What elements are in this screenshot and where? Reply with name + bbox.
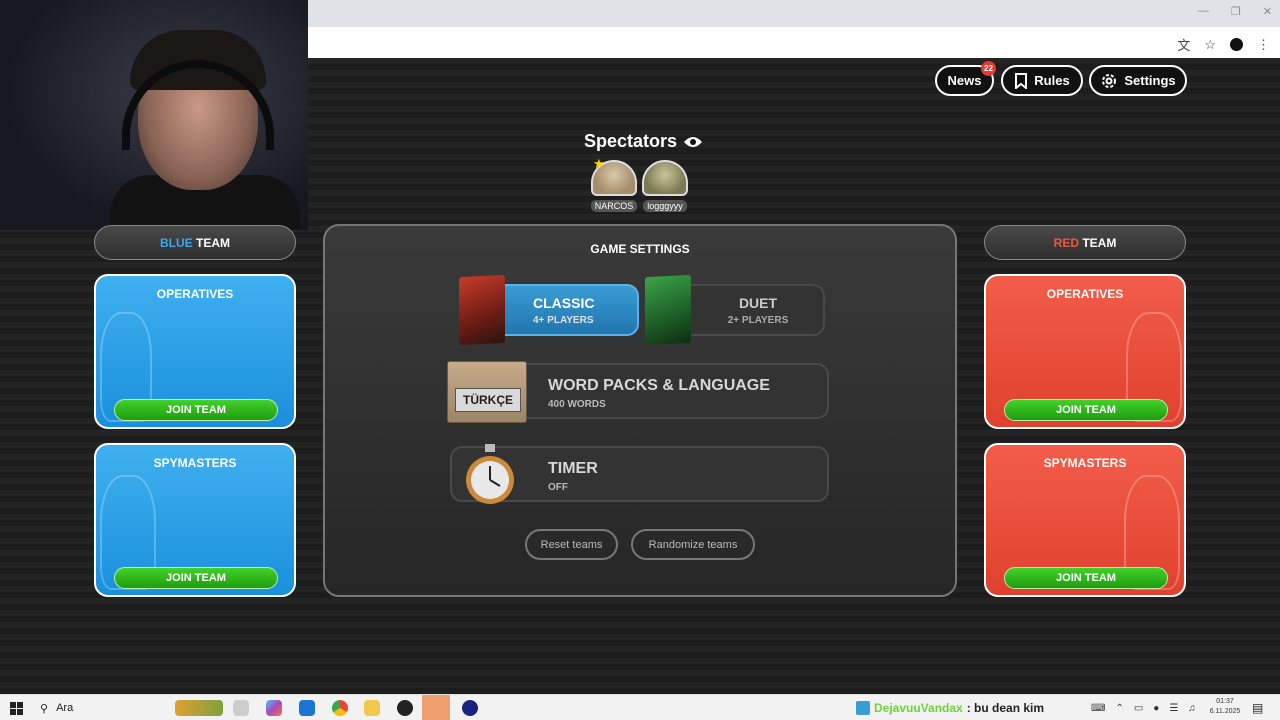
- start-button[interactable]: [10, 699, 23, 717]
- close-icon[interactable]: ✕: [1263, 5, 1272, 18]
- blue-spymasters-join-button[interactable]: JOIN TEAM: [114, 567, 278, 589]
- team-word: TEAM: [192, 235, 230, 250]
- blue-operatives-join-button[interactable]: JOIN TEAM: [114, 399, 278, 421]
- blue-team-header: BLUE TEAM: [94, 225, 296, 260]
- language-tag: TÜRKÇE: [455, 388, 521, 412]
- windows-icon: [10, 701, 23, 715]
- classic-box-art: [459, 274, 505, 346]
- red-operatives-title: OPERATIVES: [1046, 287, 1124, 301]
- blue-operatives-title: OPERATIVES: [156, 287, 234, 301]
- chrome-icon[interactable]: [332, 700, 348, 716]
- word-packs-button[interactable]: TÜRKÇE WORD PACKS & LANGUAGE 400 WORDS: [447, 361, 829, 423]
- obs-icon[interactable]: [462, 700, 478, 716]
- red-operatives-card: OPERATIVES JOIN TEAM: [984, 274, 1186, 429]
- microphone-icon[interactable]: ●: [1153, 703, 1159, 714]
- profile-avatar[interactable]: [1230, 38, 1243, 51]
- star-icon: ★: [593, 156, 605, 171]
- keyboard-icon[interactable]: ⌨: [1091, 703, 1105, 714]
- spectator-name: NARCOS: [590, 200, 638, 212]
- bookmark-star-icon[interactable]: ☆: [1204, 37, 1216, 53]
- app-icon[interactable]: [299, 700, 315, 716]
- rules-button[interactable]: Rules: [1001, 65, 1083, 96]
- file-explorer-icon[interactable]: [364, 700, 380, 716]
- taskbar: ⚲ Ara DejavuuVandax : bu dean kim ⌨ ⌃ ▭ …: [0, 694, 1280, 720]
- chat-user: DejavuuVandax: [874, 701, 963, 715]
- blue-operatives-card: OPERATIVES JOIN TEAM: [94, 274, 296, 429]
- spectator-name: logggyyy: [643, 200, 687, 212]
- network-icon[interactable]: ☰: [1169, 703, 1178, 714]
- settings-button[interactable]: Settings: [1089, 65, 1187, 96]
- blue-spymasters-card: SPYMASTERS JOIN TEAM: [94, 443, 296, 597]
- restore-icon[interactable]: ❐: [1231, 5, 1241, 18]
- duet-box-art: [645, 274, 691, 346]
- spectators-title: Spectators: [584, 131, 678, 151]
- task-view-icon[interactable]: [233, 700, 249, 716]
- rules-label: Rules: [1034, 73, 1070, 88]
- clock[interactable]: 01:37 6.11.2025: [1205, 697, 1245, 717]
- system-tray: ⌨ ⌃ ▭ ● ☰ ♫: [1091, 699, 1196, 717]
- blue-team-word: BLUE: [159, 235, 193, 250]
- red-spymasters-title: SPYMASTERS: [1043, 456, 1127, 470]
- mode-players: 2+ PLAYERS: [727, 314, 789, 326]
- avatar: [642, 160, 688, 196]
- translate-icon[interactable]: 文: [1177, 35, 1190, 54]
- spectator-logggyyy[interactable]: logggyyy: [640, 160, 690, 214]
- red-spymasters-join-button[interactable]: JOIN TEAM: [1004, 567, 1168, 589]
- address-bar[interactable]: 文 ☆ ⋮: [308, 27, 1280, 58]
- gear-icon: [1102, 73, 1117, 88]
- copilot-icon[interactable]: [266, 700, 282, 716]
- randomize-teams-button[interactable]: Randomize teams: [631, 529, 755, 560]
- spectator-narcos[interactable]: ★ NARCOS: [589, 156, 639, 214]
- menu-kebab-icon[interactable]: ⋮: [1257, 37, 1270, 53]
- mode-players: 4+ PLAYERS: [533, 314, 594, 326]
- red-operatives-join-button[interactable]: JOIN TEAM: [1004, 399, 1168, 421]
- settings-label: Settings: [1124, 73, 1176, 88]
- spectators-heading: Spectators: [584, 131, 703, 152]
- taskbar-search[interactable]: ⚲ Ara: [40, 699, 73, 717]
- blue-spymasters-title: SPYMASTERS: [153, 456, 237, 470]
- minimize-icon[interactable]: —: [1198, 5, 1209, 18]
- chat-overlay: DejavuuVandax : bu dean kim: [856, 695, 1044, 720]
- chat-icon: [856, 701, 870, 715]
- clock-date: 6.11.2025: [1209, 708, 1241, 715]
- eye-icon: [684, 136, 703, 147]
- timer-button[interactable]: TIMER OFF: [450, 444, 829, 504]
- team-word: TEAM: [1079, 235, 1117, 250]
- news-badge: 22: [981, 61, 996, 76]
- battery-icon[interactable]: ▭: [1134, 703, 1143, 714]
- search-label: Ara: [56, 702, 74, 714]
- bookmark-icon: [1015, 72, 1028, 89]
- timer-subtitle: OFF: [548, 482, 568, 493]
- mode-name: DUET: [738, 294, 778, 311]
- webcam-overlay: [0, 0, 308, 230]
- clock-time: 01:37: [1216, 698, 1234, 705]
- chat-message: : bu dean kim: [966, 701, 1045, 715]
- word-packs-title: WORD PACKS & LANGUAGE: [548, 377, 770, 394]
- news-label: News: [947, 73, 982, 88]
- red-team-header: RED TEAM: [984, 225, 1186, 260]
- screen: — ❐ ✕ 文 ☆ ⋮ News 22 Rules Settings Spect…: [0, 0, 1280, 720]
- notification-icon[interactable]: ▤: [1252, 699, 1263, 717]
- search-icon: ⚲: [40, 702, 49, 715]
- widget-icon[interactable]: [175, 700, 223, 716]
- mode-classic-button[interactable]: CLASSIC 4+ PLAYERS: [485, 284, 639, 336]
- reset-teams-button[interactable]: Reset teams: [525, 529, 618, 560]
- browser-tabstrip: — ❐ ✕: [308, 0, 1280, 27]
- chevron-up-icon[interactable]: ⌃: [1115, 703, 1123, 714]
- game-settings-title: GAME SETTINGS: [590, 242, 690, 256]
- stopwatch-icon: [466, 444, 514, 504]
- red-team-word: RED: [1053, 235, 1079, 250]
- language-card-icon: TÜRKÇE: [447, 361, 527, 423]
- word-packs-subtitle: 400 WORDS: [548, 399, 606, 410]
- volume-icon[interactable]: ♫: [1188, 703, 1196, 714]
- timer-title: TIMER: [548, 460, 598, 477]
- steam-icon[interactable]: [422, 695, 450, 720]
- app-icon[interactable]: [397, 700, 413, 716]
- red-spymasters-card: SPYMASTERS JOIN TEAM: [984, 443, 1186, 597]
- news-button[interactable]: News 22: [935, 61, 996, 96]
- mode-name: CLASSIC: [533, 294, 595, 311]
